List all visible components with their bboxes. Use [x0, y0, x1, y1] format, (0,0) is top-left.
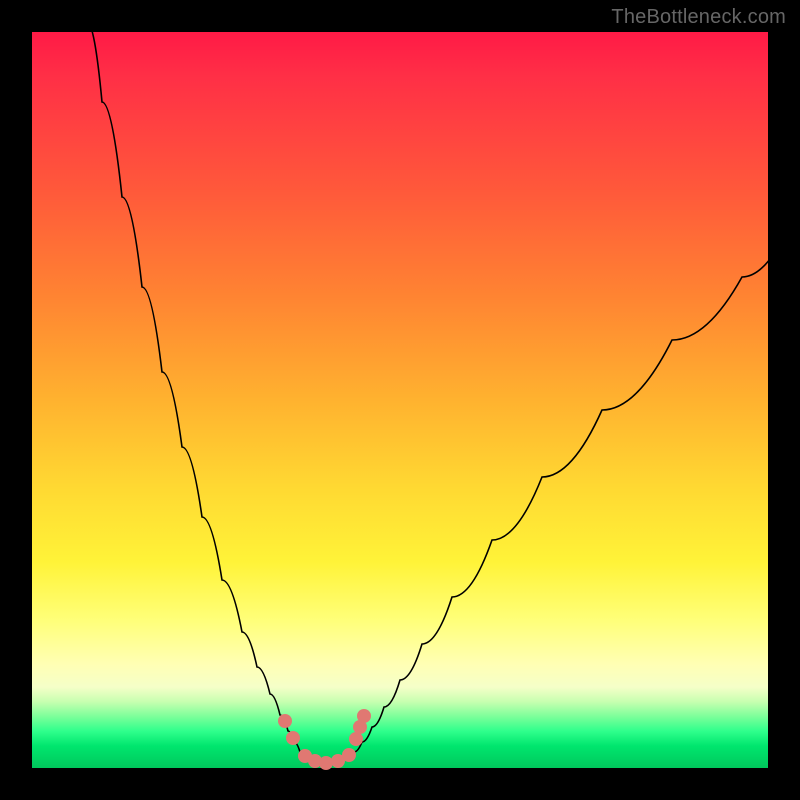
watermark: TheBottleneck.com — [611, 6, 786, 29]
data-point — [349, 732, 363, 746]
right-curve — [354, 249, 777, 752]
data-point — [319, 756, 333, 770]
data-point — [278, 714, 292, 728]
data-points — [278, 709, 371, 770]
left-curve — [87, 22, 354, 763]
curve-svg — [32, 32, 768, 768]
data-point — [342, 748, 356, 762]
data-point — [357, 709, 371, 723]
data-point — [286, 731, 300, 745]
chart-container: TheBottleneck.com — [0, 0, 800, 800]
bottleneck-curve-plot — [32, 32, 768, 768]
